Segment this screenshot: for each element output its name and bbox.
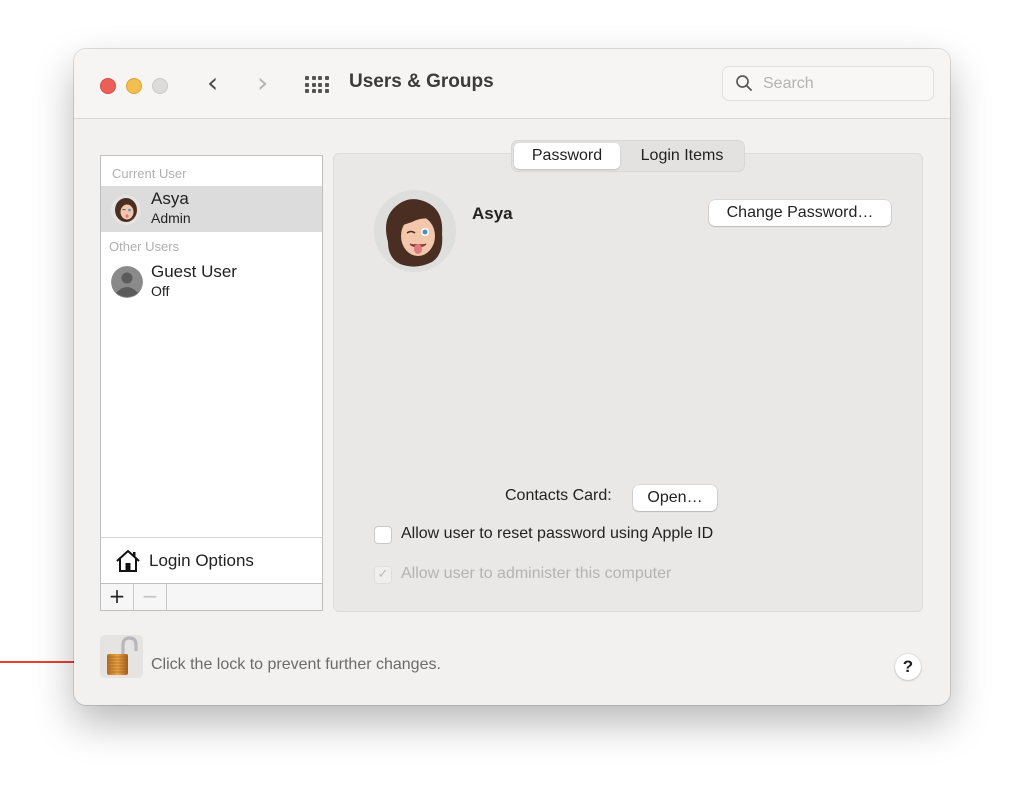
tab-password[interactable]: Password	[514, 143, 620, 169]
titlebar: ‹ › Users & Groups Search	[74, 49, 950, 119]
section-label-other-users: Other Users	[109, 239, 180, 254]
window-title: Users & Groups	[349, 71, 494, 92]
user-role: Admin	[151, 210, 191, 226]
forward-chevron-icon[interactable]: ›	[257, 69, 268, 97]
close-button[interactable]	[100, 78, 116, 94]
reset-password-apple-id-checkbox[interactable]	[374, 526, 392, 544]
contacts-card-label: Contacts Card:	[505, 487, 612, 504]
user-list: Current User Asya Admin Other Users Gues…	[100, 155, 323, 611]
user-details-pane: Asya Change Password… Contacts Card: Ope…	[333, 153, 923, 612]
tab-bar: Password Login Items	[511, 140, 745, 172]
add-user-button[interactable]: +	[101, 584, 134, 610]
open-contacts-card-button[interactable]: Open…	[633, 485, 717, 511]
guest-user-avatar-icon	[111, 266, 143, 298]
zoom-button[interactable]	[152, 78, 168, 94]
user-full-name: Asya	[472, 204, 513, 223]
tab-login-items[interactable]: Login Items	[622, 143, 742, 169]
search-icon	[736, 75, 752, 91]
users-groups-window: ‹ › Users & Groups Search Current User A…	[74, 49, 950, 705]
unlocked-padlock-icon	[107, 636, 138, 675]
section-label-current-user: Current User	[112, 166, 187, 181]
back-chevron-icon[interactable]: ‹	[207, 69, 218, 97]
user-name: Asya	[151, 189, 189, 208]
memoji-avatar-icon	[374, 190, 456, 272]
user-status: Off	[151, 283, 170, 299]
change-password-button[interactable]: Change Password…	[709, 200, 891, 226]
user-name: Guest User	[151, 262, 237, 281]
lock-status-text: Click the lock to prevent further change…	[151, 656, 441, 673]
user-row-asya[interactable]: Asya Admin	[101, 186, 322, 232]
user-row-guest[interactable]: Guest User Off	[101, 259, 322, 305]
administer-computer-label: Allow user to administer this computer	[401, 565, 672, 582]
search-placeholder: Search	[763, 75, 814, 92]
login-options-label: Login Options	[149, 551, 254, 570]
user-picture[interactable]	[374, 190, 456, 272]
administer-computer-checkbox: ✓	[374, 566, 392, 584]
remove-user-button[interactable]: −	[134, 584, 167, 610]
house-icon	[116, 550, 140, 572]
search-field[interactable]: Search	[722, 66, 934, 101]
show-all-grid-icon[interactable]	[305, 76, 329, 93]
memoji-avatar-icon	[111, 195, 141, 225]
login-options-item[interactable]: Login Options	[101, 537, 322, 584]
minimize-button[interactable]	[126, 78, 142, 94]
help-button[interactable]: ?	[895, 654, 921, 680]
reset-password-apple-id-label[interactable]: Allow user to reset password using Apple…	[401, 525, 713, 543]
lock-button[interactable]	[100, 635, 143, 678]
list-toolbar: + −	[101, 584, 322, 610]
